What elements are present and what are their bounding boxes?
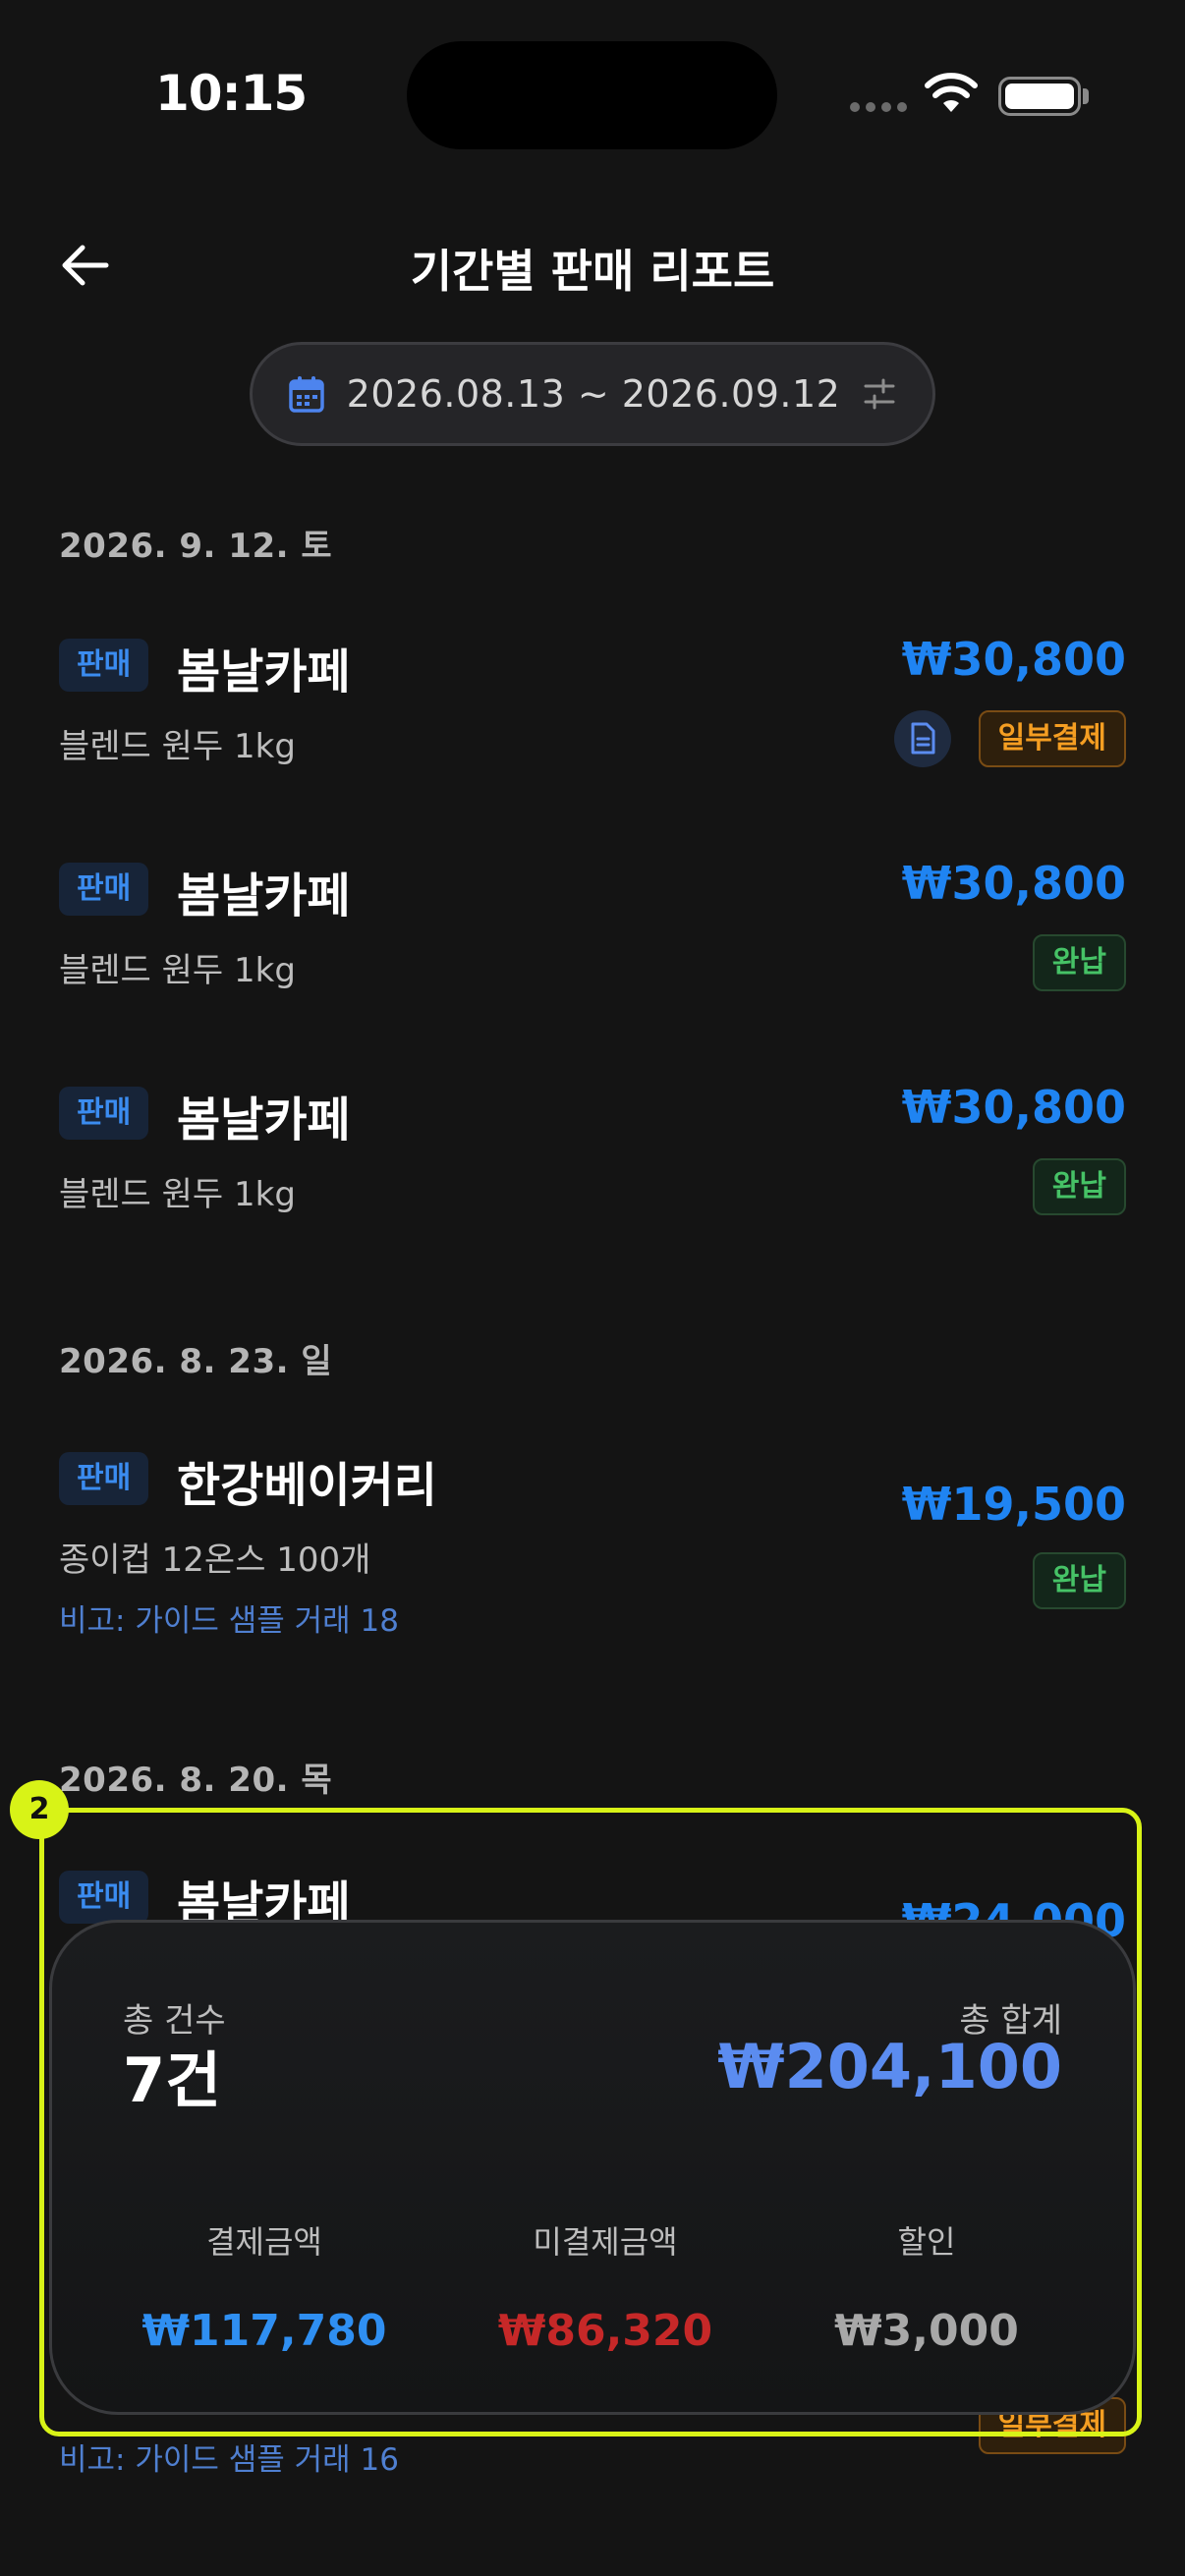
memo-text: 비고: 가이드 샘플 거래 16 bbox=[59, 2442, 399, 2478]
wifi-icon bbox=[925, 73, 978, 112]
discount-amount: 할인 ₩3,000 bbox=[769, 2217, 1084, 2356]
item-description: 블렌드 원두 1kg bbox=[59, 1175, 296, 1214]
store-name: 봄날카페 bbox=[177, 644, 351, 700]
item-description: 종이컵 12온스 100개 bbox=[59, 1540, 371, 1580]
discount-value: ₩3,000 bbox=[834, 2306, 1019, 2356]
sale-tag: 판매 bbox=[59, 639, 149, 692]
paid-amount-value: ₩117,780 bbox=[141, 2306, 387, 2356]
total-count-value: 7건 bbox=[123, 2044, 222, 2116]
cellular-signal-icon bbox=[850, 102, 907, 112]
sale-amount: ₩30,800 bbox=[901, 1081, 1126, 1134]
store-name: 봄날카페 bbox=[177, 868, 351, 924]
date-header: 2026. 8. 23. 일 bbox=[59, 1342, 333, 1381]
sale-amount: ₩30,800 bbox=[901, 633, 1126, 686]
list-item[interactable]: 판매 봄날카페 블렌드 원두 1kg ₩30,800 완납 bbox=[59, 1081, 1126, 1224]
filter-sliders-icon[interactable] bbox=[862, 376, 897, 412]
total-sum-value: ₩204,100 bbox=[717, 2031, 1062, 2102]
summary-card: 총 건수 총 합계 7건 ₩204,100 결제금액 ₩117,780 미결제금… bbox=[49, 1920, 1136, 2415]
sale-amount: ₩30,800 bbox=[901, 857, 1126, 910]
unpaid-amount-label: 미결제금액 bbox=[533, 2223, 678, 2261]
item-description: 블렌드 원두 1kg bbox=[59, 727, 296, 766]
list-item[interactable]: 판매 한강베이커리 종이컵 12온스 100개 비고: 가이드 샘플 거래 18… bbox=[59, 1452, 1126, 1649]
date-header: 2026. 8. 20. 목 bbox=[59, 1761, 333, 1800]
sale-tag: 판매 bbox=[59, 863, 149, 916]
sale-tag: 판매 bbox=[59, 1087, 149, 1140]
battery-icon bbox=[998, 77, 1081, 116]
memo-text: 비고: 가이드 샘플 거래 18 bbox=[59, 1603, 399, 1639]
status-bar: 10:15 bbox=[0, 0, 1185, 196]
discount-label: 할인 bbox=[897, 2223, 956, 2261]
list-item[interactable]: 판매 봄날카페 블렌드 원두 1kg ₩30,800 일부결제 bbox=[59, 633, 1126, 776]
date-range-picker[interactable]: 2026.08.13 ~ 2026.09.12 bbox=[250, 342, 935, 446]
item-description: 블렌드 원두 1kg bbox=[59, 951, 296, 990]
status-time: 10:15 bbox=[155, 65, 308, 122]
status-badge: 완납 bbox=[1032, 1158, 1126, 1215]
status-badge: 완납 bbox=[1032, 934, 1126, 991]
dynamic-island bbox=[407, 41, 777, 149]
store-name: 한강베이커리 bbox=[177, 1458, 437, 1513]
calendar-icon bbox=[288, 376, 324, 413]
unpaid-amount: 미결제금액 ₩86,320 bbox=[448, 2217, 762, 2356]
status-badge: 일부결제 bbox=[978, 710, 1126, 767]
list-item[interactable]: 판매 봄날카페 블렌드 원두 1kg ₩30,800 완납 bbox=[59, 857, 1126, 1000]
sale-tag: 판매 bbox=[59, 1452, 149, 1505]
paid-amount: 결제금액 ₩117,780 bbox=[107, 2217, 422, 2356]
paid-amount-label: 결제금액 bbox=[206, 2223, 322, 2261]
document-icon[interactable] bbox=[894, 710, 951, 767]
sale-amount: ₩19,500 bbox=[901, 1478, 1126, 1531]
highlight-marker: 2 bbox=[10, 1780, 69, 1839]
date-header: 2026. 9. 12. 토 bbox=[59, 527, 333, 566]
unpaid-amount-value: ₩86,320 bbox=[497, 2306, 713, 2356]
store-name: 봄날카페 bbox=[177, 1092, 351, 1148]
status-badge: 완납 bbox=[1032, 1552, 1126, 1609]
date-range-label: 2026.08.13 ~ 2026.09.12 bbox=[346, 372, 841, 416]
page-title: 기간별 판매 리포트 bbox=[410, 245, 775, 298]
